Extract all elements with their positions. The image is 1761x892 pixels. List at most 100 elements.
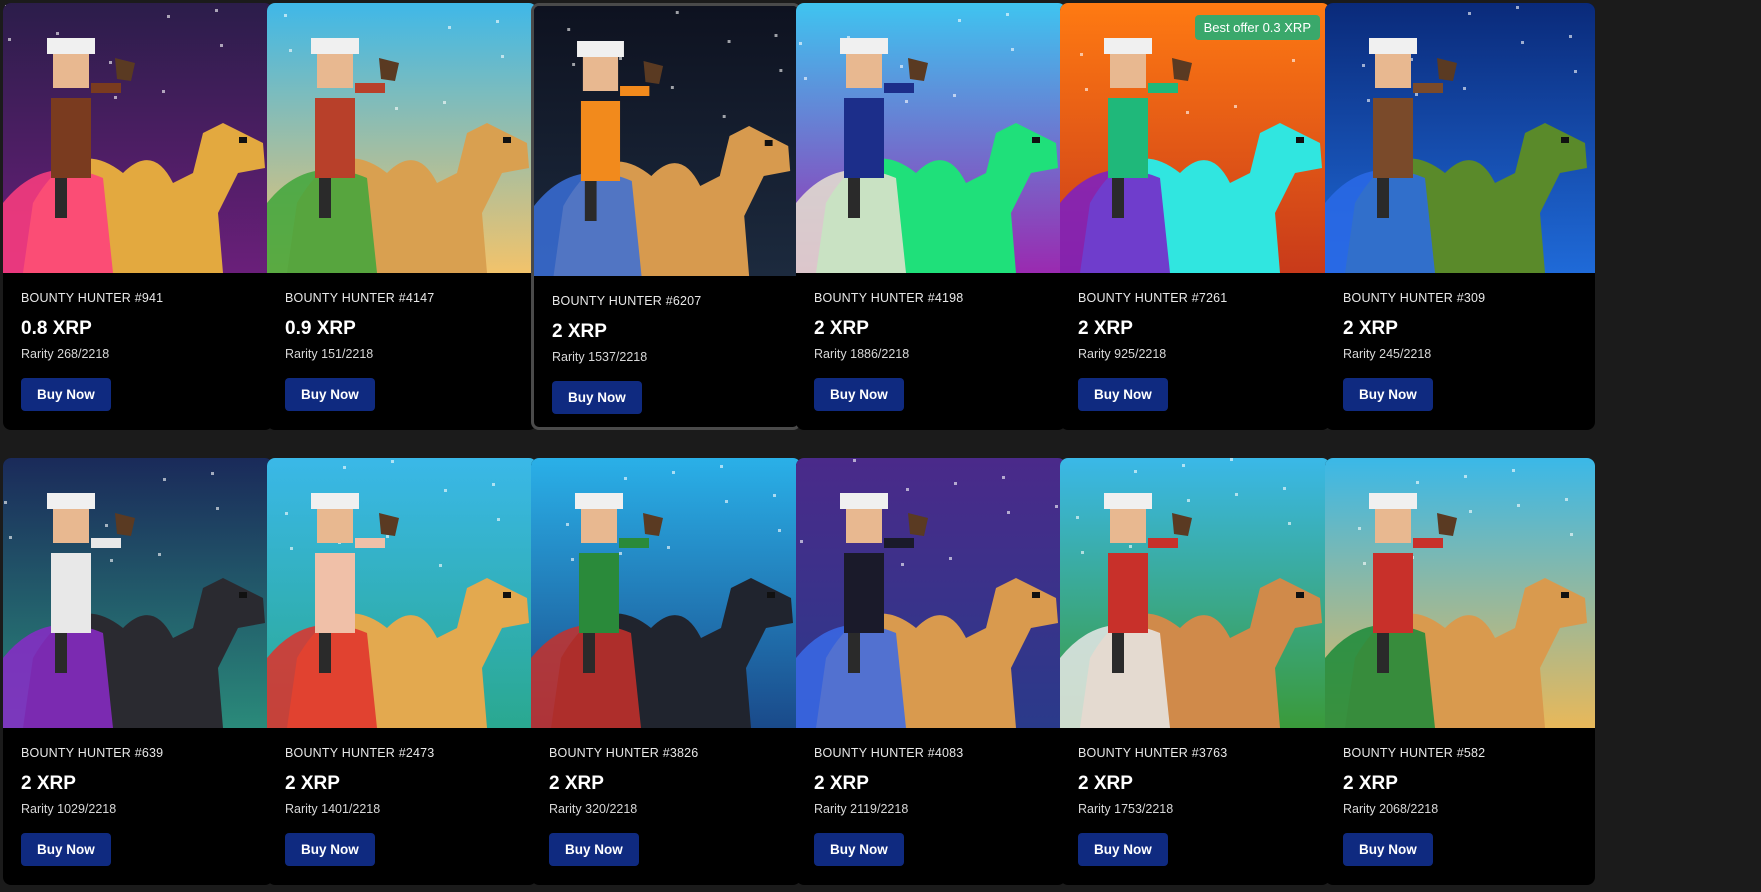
star [727, 40, 731, 43]
star [1468, 12, 1471, 15]
rider-headwear [1104, 38, 1152, 54]
nft-artwork-image[interactable] [1060, 458, 1330, 728]
star [774, 34, 778, 37]
nft-card[interactable]: BOUNTY HUNTER #4083 2 XRP Rarity 2119/2218… [796, 458, 1066, 885]
nft-title[interactable]: BOUNTY HUNTER #639 [21, 746, 255, 762]
nft-artwork-image[interactable] [796, 458, 1066, 728]
rider-headwear [577, 41, 624, 57]
nft-listing-grid: BOUNTY HUNTER #941 0.8 XRP Rarity 268/2218… [0, 0, 1761, 892]
nft-artwork-image[interactable] [267, 458, 537, 728]
buy-now-button[interactable]: Buy Now [1078, 378, 1168, 411]
nft-card[interactable]: BOUNTY HUNTER #309 2 XRP Rarity 245/2218 Bu… [1325, 3, 1595, 430]
star [220, 44, 223, 47]
star [954, 482, 957, 485]
star [901, 563, 904, 566]
rider-body [51, 553, 91, 633]
star [958, 19, 961, 22]
nft-title[interactable]: BOUNTY HUNTER #4198 [814, 291, 1048, 307]
pixel-art-camel-rider [531, 458, 801, 728]
nft-artwork-image[interactable] [3, 458, 273, 728]
rider-arm [91, 83, 121, 93]
nft-card[interactable]: BOUNTY HUNTER #3763 2 XRP Rarity 1753/2218… [1060, 458, 1330, 885]
nft-card[interactable]: BOUNTY HUNTER #6207 2 XRP Rarity 1537/2218… [531, 3, 801, 430]
buy-now-button[interactable]: Buy Now [814, 833, 904, 866]
buy-now-button[interactable]: Buy Now [1343, 833, 1433, 866]
star [572, 63, 576, 66]
nft-card[interactable]: BOUNTY HUNTER #2473 2 XRP Rarity 1401/2218… [267, 458, 537, 885]
buy-now-button[interactable]: Buy Now [21, 833, 111, 866]
nft-card[interactable]: BOUNTY HUNTER #941 0.8 XRP Rarity 268/2218… [3, 3, 273, 430]
camel-eye [1032, 137, 1040, 143]
pixel-art-camel-rider [1060, 3, 1330, 273]
camel-eye [1561, 592, 1569, 598]
nft-title[interactable]: BOUNTY HUNTER #4083 [814, 746, 1048, 762]
rider-arm [1413, 83, 1443, 93]
nft-card[interactable]: Best offer 0.3 XRP BOUNTY HUNTER #7261 2 X… [1060, 3, 1330, 430]
star [8, 38, 11, 41]
nft-title[interactable]: BOUNTY HUNTER #3826 [549, 746, 783, 762]
rider-body [51, 98, 91, 178]
nft-title[interactable]: BOUNTY HUNTER #2473 [285, 746, 519, 762]
nft-card[interactable]: BOUNTY HUNTER #4147 0.9 XRP Rarity 151/221… [267, 3, 537, 430]
star [1129, 545, 1132, 548]
star [1512, 469, 1515, 472]
nft-title[interactable]: BOUNTY HUNTER #309 [1343, 291, 1577, 307]
nft-artwork-image[interactable] [1325, 3, 1595, 273]
star [667, 546, 670, 549]
nft-title[interactable]: BOUNTY HUNTER #6207 [552, 294, 780, 310]
buy-now-button[interactable]: Buy Now [1343, 378, 1433, 411]
rider-body [844, 553, 884, 633]
nft-artwork-image[interactable] [796, 3, 1066, 273]
nft-title[interactable]: BOUNTY HUNTER #7261 [1078, 291, 1312, 307]
rider-leg [584, 181, 597, 221]
nft-artwork-image[interactable]: Best offer 0.3 XRP [1060, 3, 1330, 273]
rider-arm [355, 83, 385, 93]
rider-leg [1377, 178, 1389, 218]
nft-title[interactable]: BOUNTY HUNTER #941 [21, 291, 255, 307]
nft-artwork-image[interactable] [531, 458, 801, 728]
star [1002, 476, 1005, 479]
rider-leg [1112, 178, 1124, 218]
nft-card[interactable]: BOUNTY HUNTER #3826 2 XRP Rarity 320/2218 B… [531, 458, 801, 885]
rider-leg [848, 633, 860, 673]
star [722, 115, 726, 118]
card-info: BOUNTY HUNTER #4147 0.9 XRP Rarity 151/221… [267, 273, 537, 411]
nft-title[interactable]: BOUNTY HUNTER #582 [1343, 746, 1577, 762]
buy-now-button[interactable]: Buy Now [1078, 833, 1168, 866]
star [779, 69, 783, 72]
rider-body [315, 553, 355, 633]
card-info: BOUNTY HUNTER #941 0.8 XRP Rarity 268/2218… [3, 273, 273, 411]
camel-eye [503, 592, 511, 598]
buy-now-button[interactable]: Buy Now [552, 381, 642, 414]
star [1230, 458, 1233, 461]
nft-card[interactable]: BOUNTY HUNTER #4198 2 XRP Rarity 1886/2218… [796, 3, 1066, 430]
star [720, 465, 723, 468]
star [1011, 48, 1014, 51]
star [158, 553, 161, 556]
star [215, 9, 218, 12]
rider-headwear [1369, 38, 1417, 54]
nft-artwork-image[interactable] [1325, 458, 1595, 728]
nft-title[interactable]: BOUNTY HUNTER #3763 [1078, 746, 1312, 762]
nft-card[interactable]: BOUNTY HUNTER #639 2 XRP Rarity 1029/2218 B… [3, 458, 273, 885]
star [285, 512, 288, 515]
star [1288, 522, 1291, 525]
buy-now-button[interactable]: Buy Now [549, 833, 639, 866]
star [672, 471, 675, 474]
buy-now-button[interactable]: Buy Now [21, 378, 111, 411]
star [675, 11, 679, 14]
nft-artwork-image[interactable] [267, 3, 537, 273]
buy-now-button[interactable]: Buy Now [285, 378, 375, 411]
nft-artwork-image[interactable] [534, 6, 798, 276]
card-info: BOUNTY HUNTER #2473 2 XRP Rarity 1401/2218… [267, 728, 537, 866]
star [167, 15, 170, 18]
buy-now-button[interactable]: Buy Now [814, 378, 904, 411]
nft-title[interactable]: BOUNTY HUNTER #4147 [285, 291, 519, 307]
nft-artwork-image[interactable] [3, 3, 273, 273]
nft-card[interactable]: BOUNTY HUNTER #582 2 XRP Rarity 2068/2218 B… [1325, 458, 1595, 885]
pixel-art-camel-rider [1060, 458, 1330, 728]
camel-eye [1561, 137, 1569, 143]
buy-now-button[interactable]: Buy Now [285, 833, 375, 866]
star [804, 77, 807, 80]
nft-price: 2 XRP [1343, 318, 1398, 339]
